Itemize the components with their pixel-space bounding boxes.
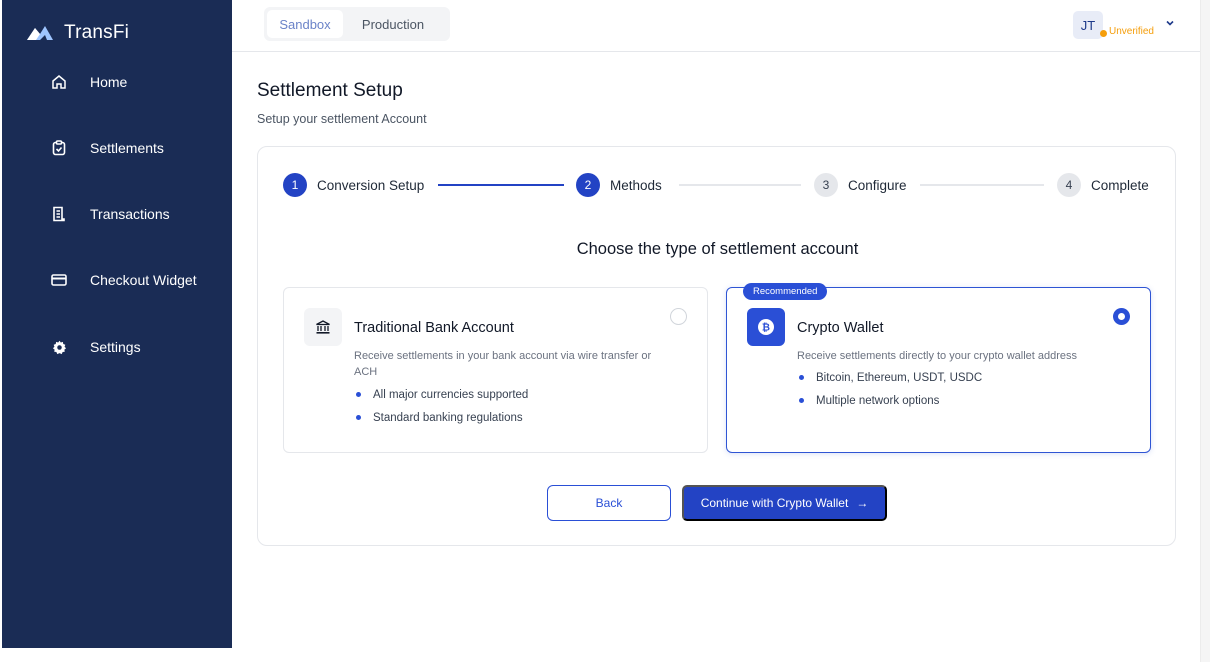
list-item: Standard banking regulations (354, 406, 528, 429)
step-number: 4 (1057, 173, 1081, 197)
brand[interactable]: TransFi (26, 22, 129, 44)
step-complete[interactable]: 4 Complete (1057, 173, 1149, 197)
list-item: Multiple network options (797, 389, 982, 412)
step-connector-done (438, 184, 564, 186)
back-button[interactable]: Back (547, 485, 671, 521)
choose-account-title: Choose the type of settlement account (576, 240, 859, 258)
user-menu[interactable]: JT Unverified (1072, 10, 1176, 40)
sidebar-item-transactions[interactable]: Transactions (2, 196, 232, 232)
chevron-down-icon (1166, 20, 1174, 26)
home-icon (50, 73, 68, 91)
step-label: Conversion Setup (317, 177, 425, 193)
scrollbar[interactable] (1200, 0, 1210, 662)
step-label: Configure (848, 177, 907, 193)
step-methods[interactable]: 2 Methods (576, 173, 662, 197)
sidebar-item-label: Transactions (90, 206, 170, 222)
topbar: Sandbox Production JT Unverified (232, 0, 1200, 52)
option-features: All major currencies supported Standard … (354, 383, 528, 429)
transfi-logo-icon (27, 26, 53, 40)
step-number: 3 (814, 173, 838, 197)
sidebar-item-settings[interactable]: Settings (2, 329, 232, 365)
option-crypto-wallet[interactable]: Recommended ₿ Crypto Wallet Receive sett… (726, 283, 1151, 453)
step-label: Methods (610, 177, 662, 193)
option-title: Crypto Wallet (797, 320, 884, 336)
radio-crypto-wallet[interactable] (1113, 308, 1130, 325)
step-label: Complete (1091, 177, 1149, 193)
receipt-icon (50, 205, 68, 223)
step-configure[interactable]: 3 Configure (814, 173, 907, 197)
continue-button[interactable]: Continue with Crypto Wallet → (682, 485, 887, 521)
sidebar-item-label: Home (90, 74, 128, 90)
list-item: Bitcoin, Ethereum, USDT, USDC (797, 366, 982, 389)
verification-status: Unverified (1108, 25, 1154, 37)
recommended-badge: Recommended (743, 283, 828, 300)
step-number: 2 (576, 173, 600, 197)
radio-bank-account[interactable] (670, 308, 687, 325)
page-title: Settlement Setup (257, 80, 403, 101)
step-connector (920, 184, 1044, 186)
option-description: Receive settlements directly to your cry… (797, 350, 1078, 362)
sidebar-item-label: Settings (90, 339, 141, 355)
sidebar-item-label: Checkout Widget (90, 272, 197, 288)
sidebar-item-home[interactable]: Home (2, 64, 232, 100)
option-description: Receive settlements in your bank account… (354, 350, 652, 378)
list-item: All major currencies supported (354, 383, 528, 406)
option-bank-account[interactable]: Traditional Bank Account Receive settlem… (283, 287, 708, 453)
arrow-right-icon: → (856, 496, 869, 510)
gear-icon (50, 338, 68, 356)
sidebar-item-label: Settlements (90, 140, 164, 156)
status-dot (1099, 30, 1107, 37)
step-connector (679, 184, 801, 186)
option-title: Traditional Bank Account (354, 320, 514, 336)
page-subtitle: Setup your settlement Account (257, 112, 427, 126)
sidebar: TransFi Home Settlements Transactions Ch… (2, 0, 232, 648)
step-conversion-setup[interactable]: 1 Conversion Setup (283, 173, 424, 197)
environment-toggle: Sandbox Production (264, 7, 450, 41)
bank-icon (304, 308, 342, 346)
option-features: Bitcoin, Ethereum, USDT, USDC Multiple n… (797, 366, 982, 412)
svg-text:₿: ₿ (762, 322, 770, 334)
sidebar-item-settlements[interactable]: Settlements (2, 130, 232, 166)
continue-button-label: Continue with Crypto Wallet (700, 496, 849, 510)
brand-name: TransFi (64, 22, 130, 43)
env-production-button[interactable]: Production (343, 10, 443, 38)
clipboard-check-icon (50, 139, 68, 157)
settlement-setup-card: 1 Conversion Setup 2 Methods 3 Configure… (257, 146, 1176, 546)
env-sandbox-button[interactable]: Sandbox (267, 10, 343, 38)
step-number: 1 (283, 173, 307, 197)
card-icon (50, 271, 68, 289)
sidebar-item-checkout-widget[interactable]: Checkout Widget (2, 262, 232, 298)
avatar: JT (1072, 11, 1107, 39)
bitcoin-icon: ₿ (747, 308, 785, 346)
avatar-initials: JT (1080, 17, 1096, 33)
